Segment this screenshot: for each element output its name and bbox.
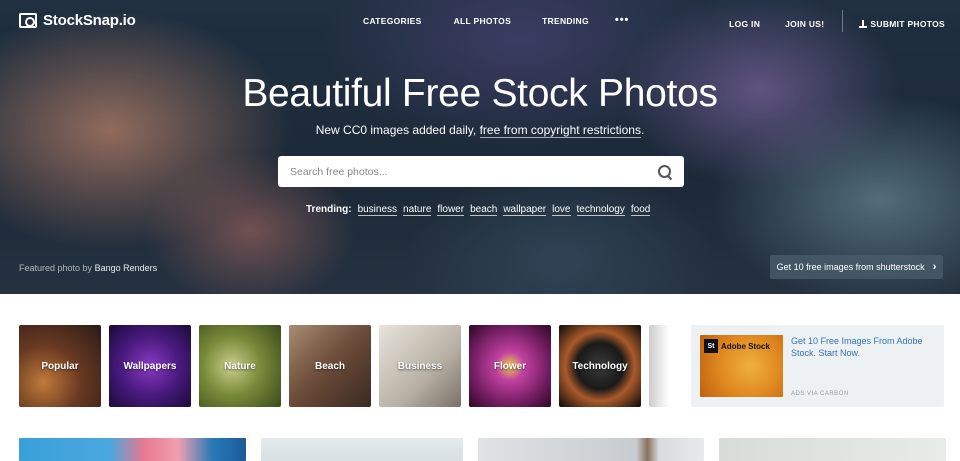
category-nature[interactable]: Nature [199,325,281,407]
nav-trending[interactable]: TRENDING [542,16,589,26]
photo-thumb[interactable] [719,438,946,461]
carbon-ad[interactable]: St Adobe Stock Get 10 Free Images From A… [691,325,944,407]
nav-categories[interactable]: CATEGORIES [363,16,422,26]
category-next-partial[interactable] [649,325,669,407]
adobe-stock-logo-text: Adobe Stock [721,341,770,351]
category-label: Flower [493,360,527,372]
photo-thumb[interactable] [19,438,246,461]
license-link[interactable]: free from copyright restrictions [479,123,641,138]
tag-love[interactable]: love [552,204,571,216]
join-link[interactable]: JOIN US! [785,19,824,29]
submit-photos-label: SUBMIT PHOTOS [870,19,945,29]
tag-nature[interactable]: nature [403,204,432,216]
login-link[interactable]: LOG IN [729,19,760,29]
tag-wallpaper[interactable]: wallpaper [503,204,547,216]
nav-all-photos[interactable]: ALL PHOTOS [454,16,511,26]
category-beach[interactable]: Beach [289,325,371,407]
tag-flower[interactable]: flower [437,204,465,216]
more-menu-icon[interactable]: ••• [615,14,630,26]
category-wallpapers[interactable]: Wallpapers [109,325,191,407]
submit-photos-button[interactable]: SUBMIT PHOTOS [859,19,945,29]
trending-tags: Trending: business nature flower beach w… [306,204,651,216]
top-nav: StockSnap.io CATEGORIES ALL PHOTOS TREND… [0,0,960,42]
category-business[interactable]: Business [379,325,461,407]
adobe-stock-logo: St Adobe Stock [704,339,770,353]
logo[interactable]: StockSnap.io [19,12,136,29]
category-popular[interactable]: Popular [19,325,101,407]
category-flower[interactable]: Flower [469,325,551,407]
ad-image[interactable]: St Adobe Stock [700,335,783,397]
tag-technology[interactable]: technology [576,204,625,216]
search-input[interactable] [278,165,658,178]
trending-label: Trending: [306,204,352,215]
featured-prefix: Featured photo by [19,263,95,273]
tag-food[interactable]: food [630,204,651,216]
ad-text-link[interactable]: Get 10 Free Images From Adobe Stock. Sta… [791,335,931,359]
shutterstock-button[interactable]: Get 10 free images from shutterstock › [770,255,943,279]
subtitle-period: . [640,123,645,137]
nav-divider [842,10,844,32]
upload-icon [859,20,868,28]
category-label: Beach [314,360,345,372]
shutterstock-label: Get 10 free images from shutterstock [776,262,925,272]
camera-icon [19,13,37,28]
category-label: Nature [224,360,256,372]
tag-business[interactable]: business [357,204,398,216]
photo-thumb[interactable] [478,438,704,461]
tag-beach[interactable]: beach [470,204,498,216]
category-technology[interactable]: Technology [559,325,641,407]
nav-center: CATEGORIES ALL PHOTOS TRENDING ••• [363,14,630,26]
photo-thumb[interactable] [261,438,463,461]
page-title: Beautiful Free Stock Photos [242,72,718,115]
category-label: Wallpapers [123,360,177,372]
featured-credit: Featured photo by Bango Renders [19,263,157,273]
chevron-right-icon: › [932,261,937,273]
search-icon[interactable] [658,164,672,179]
category-row: Popular Wallpapers Nature Beach Business… [19,325,669,407]
photo-grid-preview [19,438,946,461]
featured-author-link[interactable]: Bango Renders [95,263,158,273]
logo-text: StockSnap.io [43,12,136,29]
hero-subtitle: New CC0 images added daily, free from co… [0,123,960,138]
category-label: Technology [572,360,628,372]
nav-right: LOG IN JOIN US! SUBMIT PHOTOS [729,10,945,32]
hero-banner: StockSnap.io CATEGORIES ALL PHOTOS TREND… [0,0,960,294]
category-label: Popular [41,360,79,372]
search-bar [278,156,684,187]
adobe-stock-logo-box: St [704,339,718,353]
category-label: Business [397,360,443,372]
ad-via-label[interactable]: ADS VIA CARBON [791,391,849,397]
subtitle-text: New CC0 images added daily, [315,123,480,137]
